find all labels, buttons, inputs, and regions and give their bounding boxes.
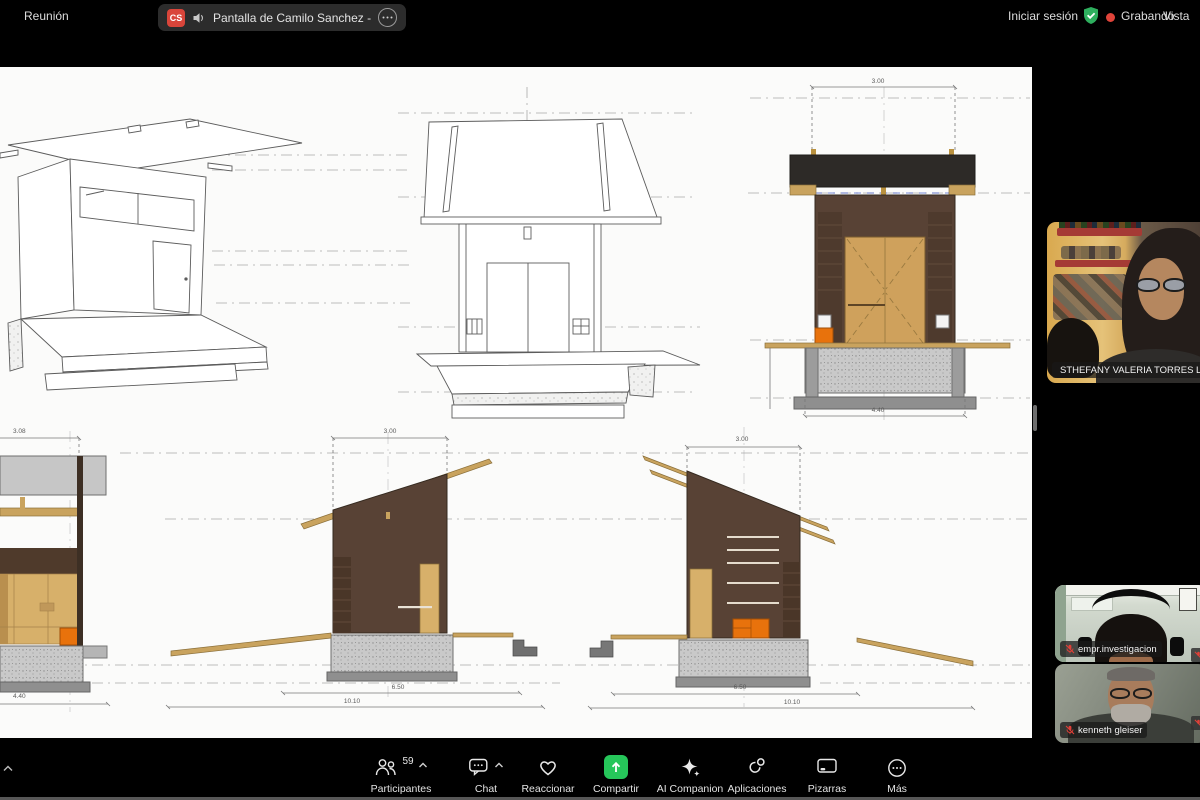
view-menu[interactable]: Vista <box>1163 9 1189 23</box>
section-colored: 3.08 4.40 <box>0 428 110 706</box>
shared-screen-tab-title: Pantalla de Camilo Sanchez - <box>213 11 371 25</box>
perspective-view-drawing <box>0 119 302 390</box>
share-screen-button[interactable]: Compartir <box>581 757 651 795</box>
participant-name-text: STHEFANY VALERIA TORRES LA <box>1060 365 1200 376</box>
shelf-top <box>1057 228 1142 236</box>
side-elevation-left: 3.00 <box>166 428 545 709</box>
books-row <box>1059 222 1141 228</box>
tab-options-icon[interactable] <box>378 8 397 27</box>
participants-count: 59 <box>402 756 413 767</box>
presenter-initials-badge: CS <box>167 9 185 27</box>
dim-section-base: 4.40 <box>13 693 26 700</box>
shared-screen-content: 3.00 <box>0 67 1032 738</box>
front-elevation-colored: 3.00 <box>765 78 1010 418</box>
chevron-up-icon[interactable] <box>494 762 504 768</box>
chat-icon <box>468 757 490 777</box>
share-screen-icon <box>604 755 628 779</box>
participant-name-label: kenneth gleiser <box>1060 722 1147 738</box>
video-tile-sthefany[interactable]: STHEFANY VALERIA TORRES LA <box>1047 222 1200 383</box>
audio-speaker-icon <box>192 12 206 24</box>
headphone-cup-right <box>1170 637 1184 656</box>
share-screen-label: Compartir <box>593 783 639 795</box>
mic-muted-icon <box>1065 725 1075 735</box>
apps-icon <box>746 757 768 777</box>
more-button[interactable]: Más <box>867 757 927 795</box>
ai-companion-label: AI Companion <box>657 783 724 795</box>
dim-sideL-total: 10.10 <box>344 698 361 705</box>
dim-sideR-base: 6.50 <box>734 684 747 691</box>
dim-sideR-roof: 3.00 <box>736 436 749 443</box>
participants-button[interactable]: 59 Participantes <box>361 757 441 795</box>
shelf-middle <box>1055 260 1135 267</box>
sparkle-icon <box>679 757 701 779</box>
apps-button[interactable]: Aplicaciones <box>717 757 797 795</box>
whiteboards-button[interactable]: Pizarras <box>792 757 862 795</box>
recording-dot-icon <box>1106 13 1115 22</box>
mic-muted-icon <box>1065 644 1075 654</box>
security-shield-icon[interactable] <box>1082 6 1100 25</box>
dim-sideR-total: 10.10 <box>784 699 801 706</box>
architectural-drawing-sheet: 3.00 <box>0 67 1032 738</box>
dim-front-base: 4.40 <box>872 407 885 414</box>
framed-poster <box>1179 588 1197 611</box>
whiteboards-label: Pizarras <box>808 783 847 795</box>
react-button[interactable]: Reaccionar <box>508 757 588 795</box>
chevron-up-icon[interactable] <box>418 762 428 768</box>
zoom-meeting-window: Reunión CS Pantalla de Camilo Sanchez - … <box>0 0 1200 800</box>
person3-hair <box>1107 667 1155 681</box>
dim-section-width: 3.08 <box>13 428 26 435</box>
window-title: Reunión <box>24 9 69 23</box>
offscreen-tile-mic-muted-icon <box>1191 716 1200 730</box>
dim-sideL-roof: 3.00 <box>384 428 397 435</box>
front-elevation-line-drawing <box>417 119 700 418</box>
shared-screen-tab[interactable]: CS Pantalla de Camilo Sanchez - <box>158 4 406 31</box>
participant-name-label: STHEFANY VALERIA TORRES LA <box>1052 362 1200 378</box>
panel-scrollbar[interactable] <box>1033 405 1037 431</box>
participant-name-label: empr.investigacion <box>1060 641 1162 657</box>
person-glasses <box>1136 278 1186 292</box>
participants-label: Participantes <box>371 783 432 795</box>
chat-label: Chat <box>475 783 497 795</box>
more-label: Más <box>887 783 907 795</box>
participant-name-text: empr.investigacion <box>1078 644 1157 655</box>
heart-icon <box>537 757 559 777</box>
clutter <box>1053 274 1127 320</box>
shelf-objects <box>1061 246 1121 259</box>
dim-front-width: 3.00 <box>872 78 885 85</box>
participant-name-text: kenneth gleiser <box>1078 725 1142 736</box>
offscreen-tile-mic-muted-icon <box>1191 648 1200 662</box>
video-tile-empr[interactable]: empr.investigacion <box>1055 585 1200 662</box>
video-tile-kenneth[interactable]: kenneth gleiser <box>1055 664 1200 743</box>
react-label: Reaccionar <box>521 783 574 795</box>
headphones-band <box>1092 589 1170 630</box>
collapse-chevron-icon[interactable] <box>2 764 14 772</box>
person3-glasses <box>1110 688 1152 699</box>
sign-in-link[interactable]: Iniciar sesión <box>1008 9 1078 23</box>
apps-label: Aplicaciones <box>728 783 787 795</box>
dim-sideL-base: 6.50 <box>392 684 405 691</box>
whiteboard-icon <box>816 757 838 776</box>
side-elevation-right: 3.00 <box>588 436 975 710</box>
more-ellipsis-icon <box>886 757 908 779</box>
participants-icon <box>374 757 398 777</box>
